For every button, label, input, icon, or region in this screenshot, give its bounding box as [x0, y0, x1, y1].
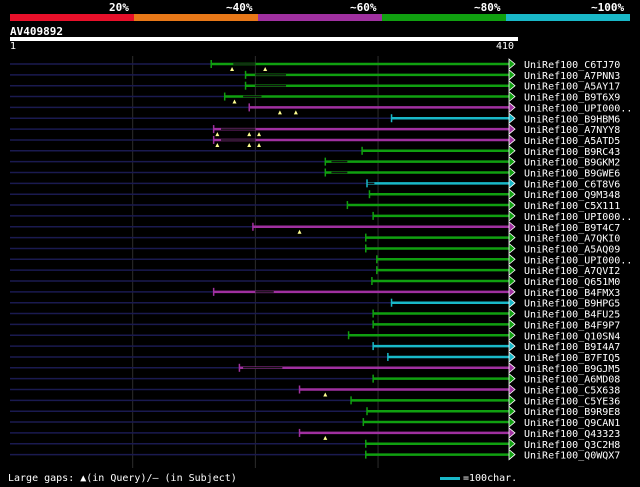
hit-arrow: [508, 351, 516, 363]
hit-label: UniRef100_C6T8V6: [524, 179, 620, 190]
hit-arrow: [508, 437, 516, 450]
hit-label: UniRef100_A6MD08: [524, 375, 620, 386]
hit-arrow: [508, 361, 516, 374]
query-gap-marker: [247, 132, 252, 137]
hit-arrow: [508, 68, 516, 81]
query-gap-marker: [257, 132, 262, 137]
hit-arrow: [508, 79, 516, 92]
hit-arrow: [508, 242, 516, 255]
hit-label: UniRef100_Q10SN4: [524, 331, 620, 342]
hit-label: UniRef100_A5AQ09: [524, 244, 620, 255]
hit-label: UniRef100_C5X111: [524, 201, 620, 212]
query-gap-marker: [232, 99, 237, 104]
hit-label: UniRef100_Q43323: [524, 429, 620, 440]
hit-arrow: [508, 166, 516, 179]
hit-arrow: [508, 231, 516, 244]
hit-arrow: [508, 253, 516, 266]
hit-label: UniRef100_A7QKI0: [524, 234, 620, 245]
hit-label: UniRef100_A5AY17: [524, 82, 620, 93]
query-gap-marker: [297, 229, 302, 234]
hit-label: UniRef100_C5X638: [524, 386, 620, 397]
hit-label: UniRef100_B9GJM5: [524, 364, 620, 375]
query-gap-marker: [257, 142, 262, 147]
hit-arrow: [508, 427, 516, 439]
hit-arrow: [508, 318, 516, 331]
query-gap-marker: [277, 110, 282, 115]
hit-label: UniRef100_B9T4C7: [524, 223, 620, 234]
hit-arrow: [508, 112, 516, 125]
hit-arrow: [508, 199, 516, 211]
hit-arrow: [508, 405, 516, 418]
hit-arrow: [508, 416, 516, 428]
hit-label: UniRef100_A7QVI2: [524, 266, 620, 277]
hit-arrow: [508, 123, 516, 135]
hit-label: UniRef100_B9RC43: [524, 147, 620, 158]
hit-arrow: [508, 340, 516, 352]
query-gap-marker: [263, 67, 268, 71]
hit-label: UniRef100_B9T6X9: [524, 93, 620, 104]
hit-arrow: [508, 329, 516, 342]
hit-label: UniRef100_C6TJ70: [524, 60, 620, 71]
hit-arrow: [508, 155, 516, 168]
hit-label: UniRef100_Q9M348: [524, 190, 620, 201]
hit-arrow: [508, 90, 516, 103]
hit-label: UniRef100_B9GKM2: [524, 158, 620, 169]
hit-label: UniRef100_C5YE36: [524, 396, 620, 407]
hit-arrow: [508, 296, 516, 309]
hit-arrow: [508, 134, 516, 146]
hit-arrow: [508, 394, 516, 407]
hit-label: UniRef100_B4FU25: [524, 310, 620, 321]
query-gap-marker: [247, 142, 252, 147]
hit-label: UniRef100_Q0WQX7: [524, 451, 620, 462]
hit-label: UniRef100_UPI000..: [524, 212, 632, 223]
hit-arrow: [508, 144, 516, 157]
query-gap-marker: [293, 110, 298, 115]
hit-arrow: [508, 264, 516, 277]
scale-bar: [440, 477, 460, 480]
hit-arrow: [508, 383, 516, 396]
query-gap-marker: [215, 142, 220, 147]
hit-label: UniRef100_B4F9P7: [524, 320, 620, 331]
hit-label: UniRef100_B9HPG5: [524, 299, 620, 310]
hit-label: UniRef100_Q9CAN1: [524, 418, 620, 429]
scale-text: =100char.: [463, 473, 518, 484]
hit-arrow: [508, 448, 516, 461]
hit-label: UniRef100_B9I4A7: [524, 342, 620, 353]
hit-arrow: [508, 101, 516, 114]
hit-arrow: [508, 285, 516, 298]
query-gap-marker: [323, 435, 328, 440]
hit-arrow: [508, 220, 516, 233]
hit-label: UniRef100_B4FMX3: [524, 288, 620, 299]
hit-arrow: [508, 210, 516, 222]
scale-legend: =100char.: [440, 473, 517, 484]
hit-label: UniRef100_UPI000..: [524, 103, 632, 114]
query-gap-marker: [215, 132, 220, 137]
hit-label: UniRef100_B7FIQ5: [524, 353, 620, 364]
hit-arrow: [508, 275, 516, 287]
hit-label: UniRef100_UPI000..: [524, 255, 632, 266]
hit-label: UniRef100_A7PNN3: [524, 71, 620, 82]
query-gap-marker: [230, 67, 235, 71]
hit-arrow: [508, 188, 516, 201]
hit-label: UniRef100_B9R9E8: [524, 407, 620, 418]
hit-label: UniRef100_B9HBM6: [524, 114, 620, 125]
hit-label: UniRef100_Q3C2H8: [524, 440, 620, 451]
hit-arrow: [508, 307, 516, 320]
alignment-plot: UniRef100_C6TJ70UniRef100_A7PNN3UniRef10…: [10, 56, 632, 468]
hit-label: UniRef100_A5ATD5: [524, 136, 620, 147]
gaps-legend: Large gaps: ▲(in Query)/– (in Subject): [8, 473, 237, 484]
hit-label: UniRef100_B9GWE6: [524, 169, 620, 180]
hit-arrow: [508, 58, 516, 70]
query-gap-marker: [323, 392, 328, 397]
hit-label: UniRef100_A7NYY8: [524, 125, 620, 136]
hit-label: UniRef100_Q651M0: [524, 277, 620, 288]
hit-arrow: [508, 372, 516, 385]
hit-arrow: [508, 177, 516, 190]
